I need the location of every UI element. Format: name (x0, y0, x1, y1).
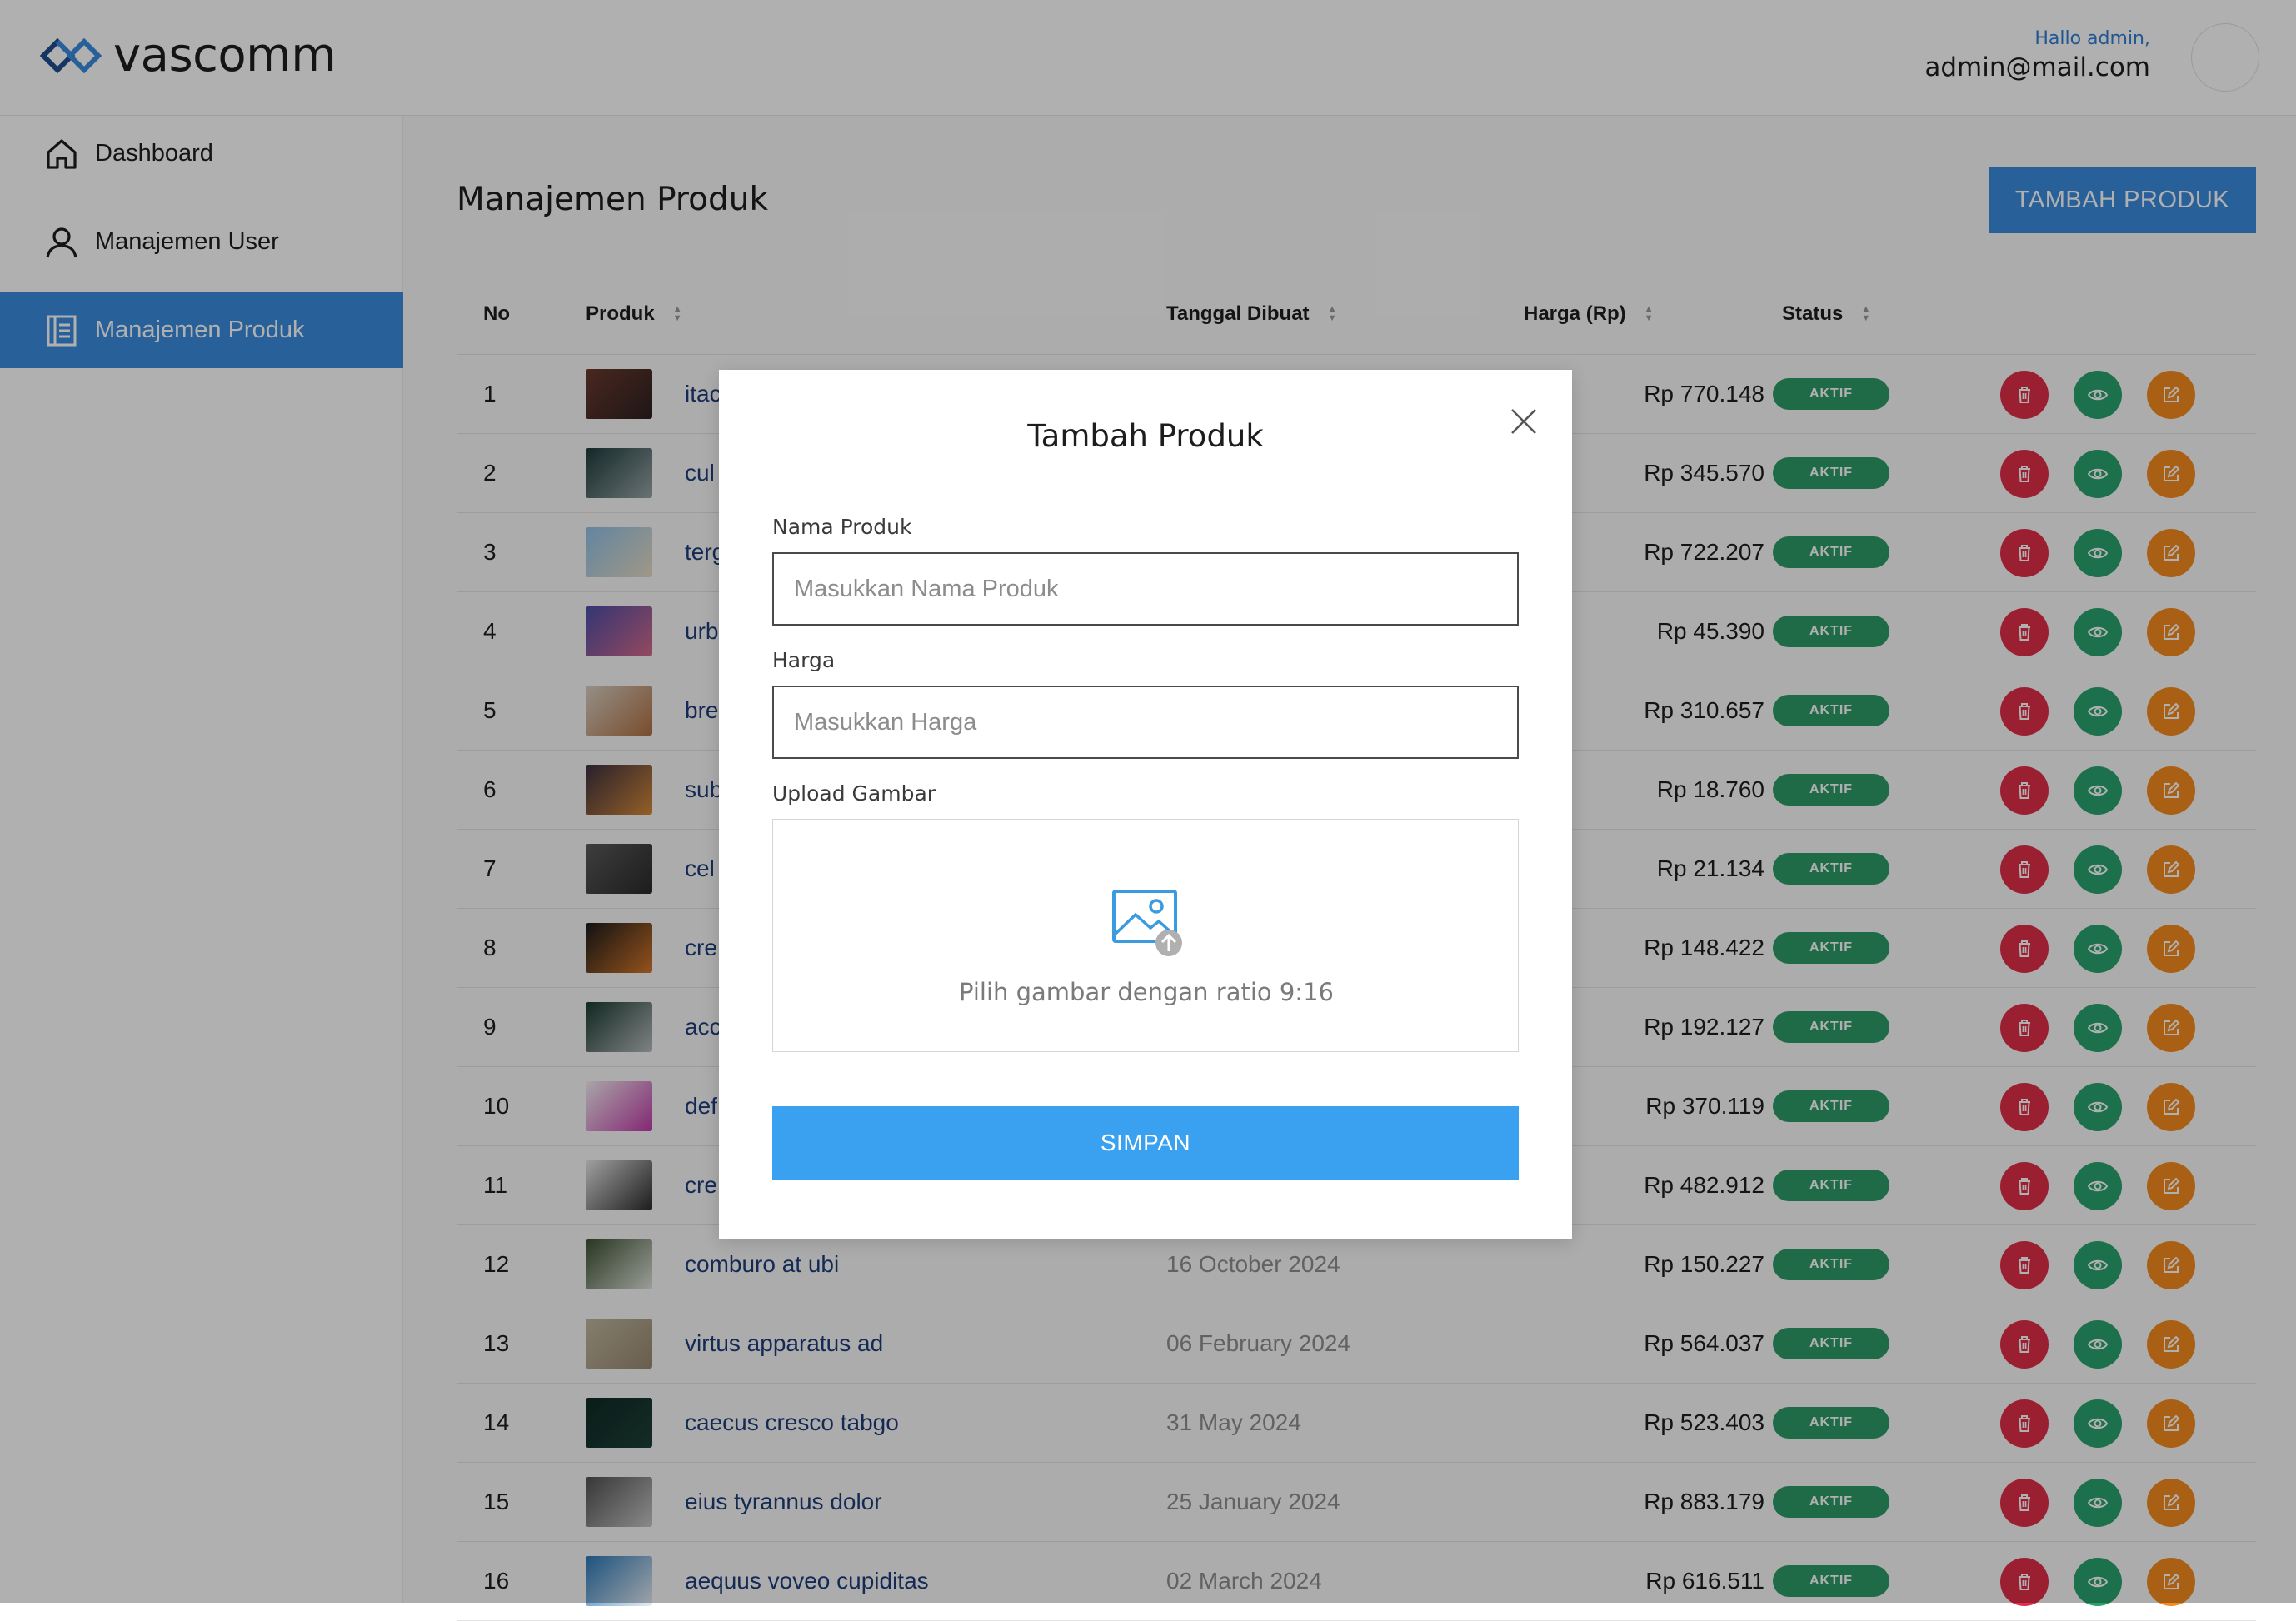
upload-hint: Pilih gambar dengan ratio 9:16 (959, 978, 1334, 1006)
product-name-label: Nama Produk (772, 515, 912, 539)
image-upload-dropzone[interactable]: Pilih gambar dengan ratio 9:16 (772, 819, 1519, 1052)
add-product-modal: Tambah Produk Nama Produk Harga Upload G… (719, 370, 1572, 1239)
modal-title: Tambah Produk (1027, 418, 1264, 454)
price-label: Harga (772, 648, 836, 672)
product-name-input[interactable] (772, 552, 1519, 626)
close-icon[interactable] (1505, 403, 1542, 440)
upload-label: Upload Gambar (772, 781, 936, 806)
price-input[interactable] (772, 686, 1519, 759)
save-button[interactable]: SIMPAN (772, 1106, 1519, 1180)
image-upload-icon (1112, 890, 1182, 956)
